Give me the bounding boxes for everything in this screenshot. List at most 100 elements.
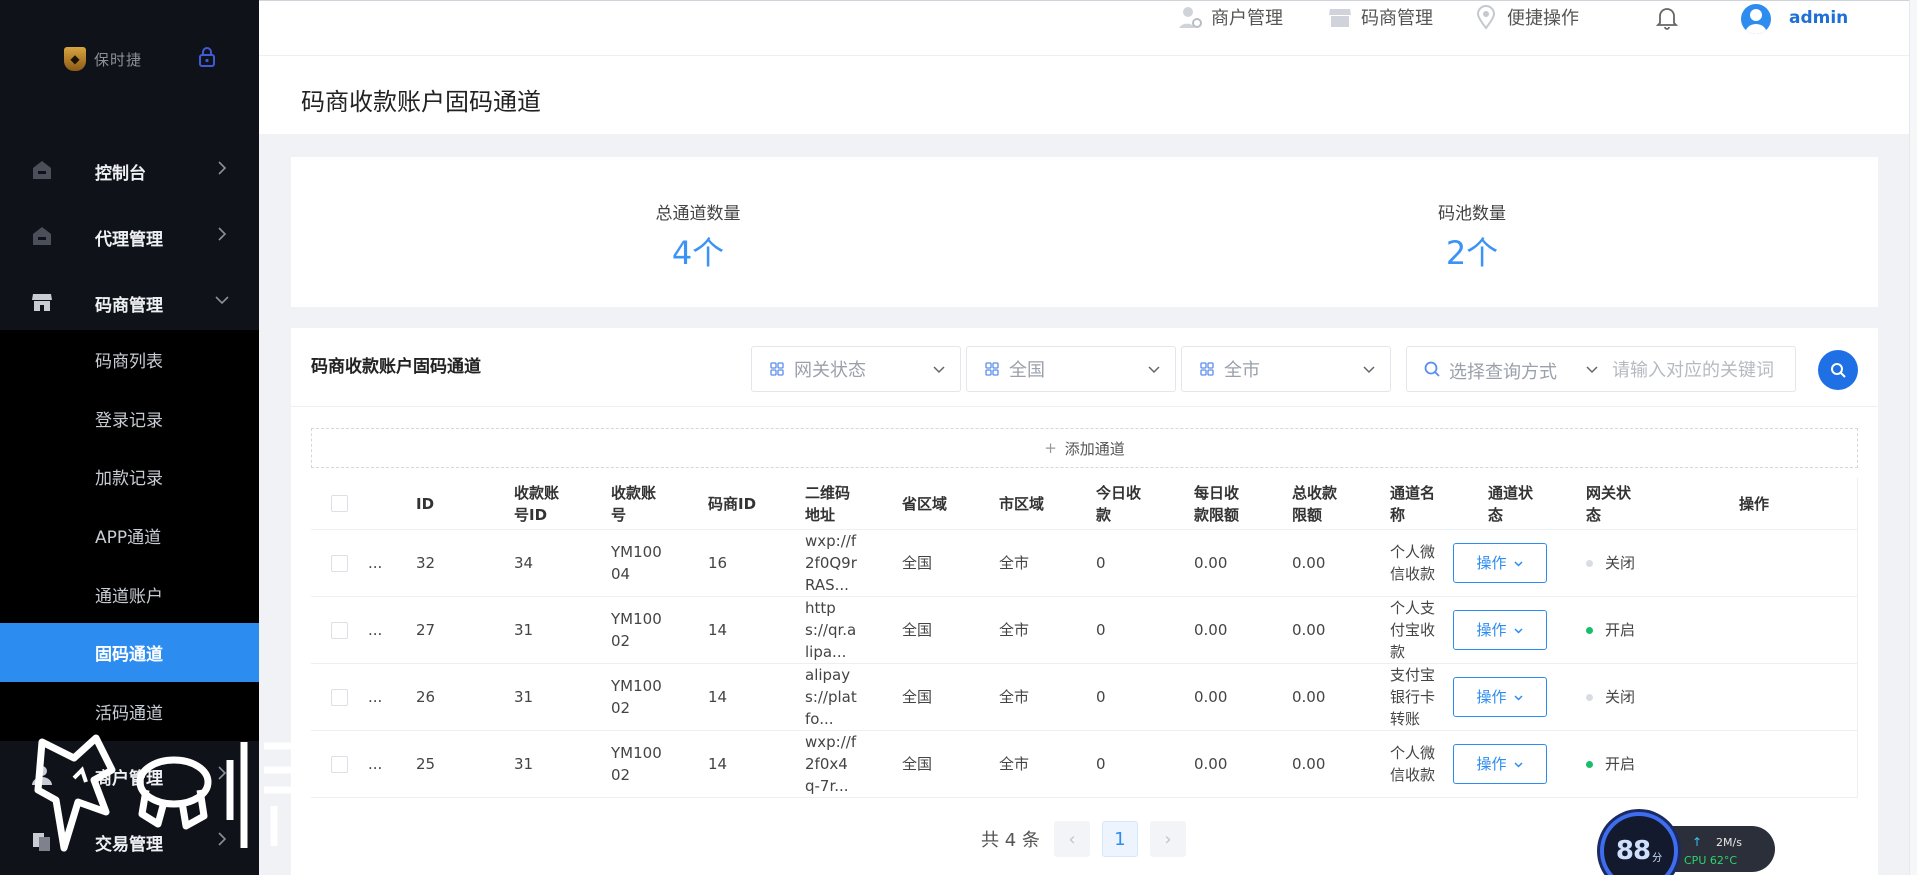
- cell-channel-name: 支付宝银行卡转账: [1390, 666, 1436, 728]
- row-actions-button[interactable]: 操作: [1453, 677, 1547, 717]
- sidebar-item-login-records[interactable]: 登录记录: [0, 389, 259, 448]
- province-value: 全国: [1009, 360, 1045, 381]
- cell-province: 全国: [902, 621, 933, 639]
- chevron-down-icon[interactable]: [1585, 362, 1599, 376]
- cell-id: 27: [416, 621, 436, 639]
- search-mode-select[interactable]: 选择查询方式: [1449, 358, 1557, 384]
- cell-operations: 操作: [1453, 530, 1547, 596]
- cell-merchant-id: 16: [708, 554, 728, 572]
- sidebar-item-live-code-channels[interactable]: 活码通道: [0, 682, 259, 741]
- city-select[interactable]: 全市: [1181, 346, 1391, 392]
- chevron-right-icon: [218, 832, 227, 846]
- cell-gateway-status: 关闭: [1586, 530, 1635, 596]
- header-gateway-status[interactable]: 网关状态: [1586, 478, 1638, 529]
- header-daily-limit[interactable]: 每日收款限额: [1194, 478, 1246, 529]
- header-nav-code-merchants[interactable]: 码商管理: [1327, 4, 1433, 30]
- cell-city: 全市: [999, 688, 1030, 706]
- avatar[interactable]: [1741, 4, 1771, 34]
- logo-text: 保时捷: [94, 50, 143, 69]
- user-gear-icon: [1179, 7, 1202, 28]
- sidebar-item-merchant-list[interactable]: 码商列表: [0, 330, 259, 389]
- row-actions-button[interactable]: 操作: [1453, 610, 1547, 650]
- status-dot-icon: [1586, 693, 1593, 701]
- user-avatar-icon: [1745, 9, 1767, 34]
- pagination-prev-button[interactable]: ‹: [1054, 821, 1090, 857]
- header-merchant-id[interactable]: 码商ID: [708, 478, 756, 529]
- sidebar-item-fixed-code-channels[interactable]: 固码通道: [0, 623, 259, 683]
- cell-city: 全市: [999, 554, 1030, 572]
- gateway-status-select[interactable]: 网关状态: [751, 346, 961, 392]
- cell-more[interactable]: ...: [368, 530, 382, 596]
- sidebar-item-dashboard[interactable]: 控制台: [0, 138, 259, 204]
- cell-account-no: YM10002: [611, 677, 662, 717]
- store-icon: [1329, 9, 1351, 27]
- header-total-limit[interactable]: 总收款限额: [1292, 478, 1344, 529]
- sidebar-item-app-channels[interactable]: APP通道: [0, 506, 259, 565]
- header-qr-url[interactable]: 二维码地址: [805, 478, 857, 529]
- cell-id: 26: [416, 688, 436, 706]
- cell-account-id: 31: [514, 688, 534, 706]
- admin-username[interactable]: admin: [1789, 8, 1848, 28]
- grid-icon: [1200, 362, 1214, 376]
- row-actions-button[interactable]: 操作: [1453, 543, 1547, 583]
- channel-table-card: 码商收款账户固码通道 网关状态 全国 全市 选择查询方式 + 添加通道 ID 收…: [291, 328, 1878, 875]
- row-checkbox[interactable]: [331, 688, 348, 706]
- cell-account-id: 31: [514, 621, 534, 639]
- add-channel-label: 添加通道: [1064, 439, 1125, 458]
- sidebar-item-topup-records[interactable]: 加款记录: [0, 447, 259, 506]
- pagination-next-button[interactable]: ›: [1150, 821, 1186, 857]
- bell-icon[interactable]: [1654, 4, 1680, 30]
- cell-province: 全国: [902, 554, 933, 572]
- home-icon: [33, 161, 51, 179]
- chevron-right-icon: [218, 227, 227, 241]
- sidebar-item-channel-accounts[interactable]: 通道账户: [0, 565, 259, 624]
- header-channel-status[interactable]: 通道状态: [1488, 478, 1540, 529]
- sidebar-item-label: 码商管理: [95, 295, 163, 316]
- sidebar-item-transactions[interactable]: 交易管理: [0, 809, 259, 875]
- row-checkbox[interactable]: [331, 621, 348, 639]
- header-id[interactable]: ID: [416, 478, 434, 529]
- select-all-checkbox[interactable]: [331, 495, 348, 512]
- chevron-down-icon: [1513, 694, 1523, 701]
- header-nav-merchants[interactable]: 商户管理: [1177, 4, 1283, 30]
- cell-account-id: 31: [514, 755, 534, 773]
- header-city[interactable]: 市区域: [999, 478, 1044, 529]
- row-actions-label: 操作: [1476, 688, 1507, 706]
- add-channel-button[interactable]: + 添加通道: [311, 428, 1858, 468]
- stat-label: 码池数量: [1438, 204, 1506, 224]
- chevron-right-icon: [218, 161, 227, 175]
- header-account-no[interactable]: 收款账号: [611, 478, 663, 529]
- chevron-down-icon: [933, 366, 945, 374]
- stat-value: 4个: [671, 234, 725, 272]
- chevron-down-icon: [1513, 627, 1523, 634]
- row-checkbox[interactable]: [331, 554, 348, 572]
- cell-more[interactable]: ...: [368, 731, 382, 797]
- city-value: 全市: [1224, 360, 1260, 381]
- cell-total-limit: 0.00: [1292, 688, 1326, 706]
- row-checkbox[interactable]: [331, 755, 348, 773]
- header-nav-quick-actions[interactable]: 便捷操作: [1473, 4, 1579, 30]
- chevron-down-icon: [215, 296, 229, 305]
- select-all-cell: [331, 478, 348, 529]
- cell-id: 32: [416, 554, 436, 572]
- search-button[interactable]: [1818, 350, 1858, 390]
- lock-icon[interactable]: [198, 47, 216, 67]
- page-scrollbar[interactable]: [1909, 0, 1917, 875]
- cell-city: 全市: [999, 621, 1030, 639]
- province-select[interactable]: 全国: [966, 346, 1176, 392]
- divider: [291, 406, 1878, 407]
- sidebar-item-code-merchants[interactable]: 码商管理: [0, 270, 259, 336]
- header-today-income[interactable]: 今日收款: [1096, 478, 1148, 529]
- sidebar-item-merchants[interactable]: 商户管理: [0, 743, 259, 809]
- cell-channel-name: 个人微信收款: [1390, 744, 1436, 784]
- cell-more[interactable]: ...: [368, 597, 382, 663]
- header-channel-name[interactable]: 通道名称: [1390, 478, 1442, 529]
- network-speed-widget[interactable]: ↑ 2M/s CPU 62°C 88 分: [1600, 812, 1775, 875]
- header-province[interactable]: 省区域: [902, 478, 947, 529]
- header-account-id[interactable]: 收款账号ID: [514, 478, 566, 529]
- row-actions-button[interactable]: 操作: [1453, 744, 1547, 784]
- pagination-page-1[interactable]: 1: [1102, 821, 1138, 857]
- search-input[interactable]: [1612, 357, 1792, 383]
- cell-more[interactable]: ...: [368, 664, 382, 730]
- sidebar-item-agents[interactable]: 代理管理: [0, 204, 259, 270]
